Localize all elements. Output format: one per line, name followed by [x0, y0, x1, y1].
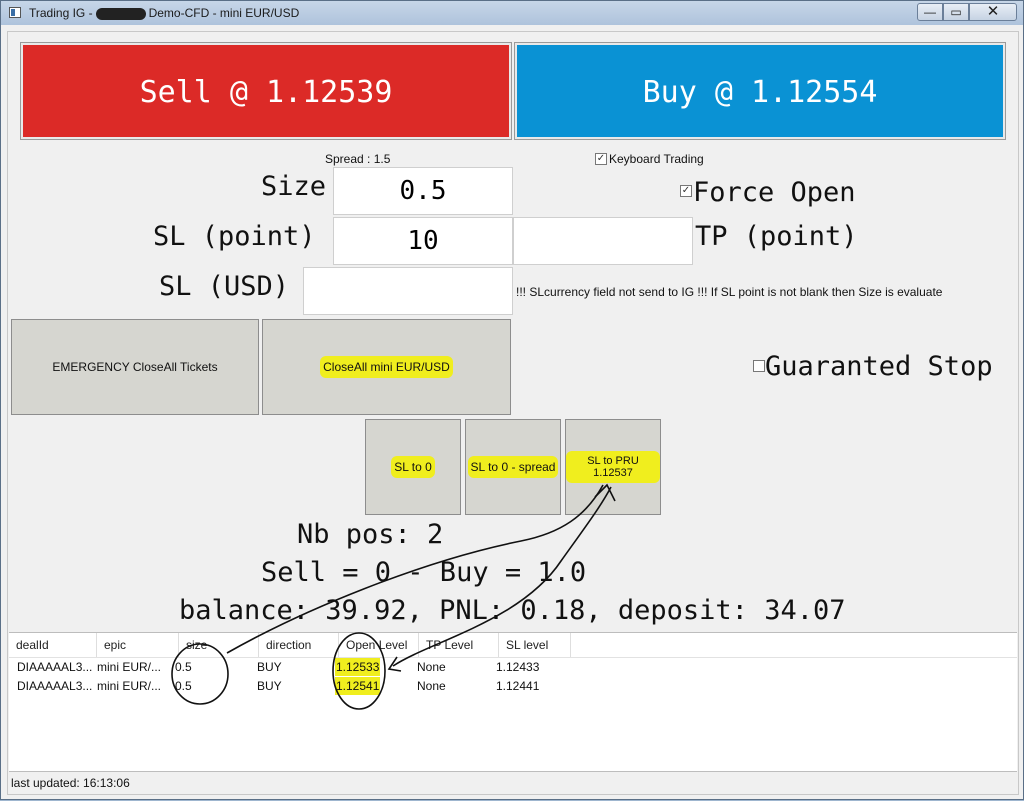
title-bar: Trading IG - Demo-CFD - mini EUR/USD — ▭ … — [1, 1, 1023, 25]
cell-dealid: DIAAAAAL3... — [17, 679, 93, 693]
sell-buy-summary: Sell = 0 - Buy = 1.0 — [261, 557, 587, 588]
cell-sl-level: 1.12441 — [496, 679, 540, 693]
close-button[interactable]: ✕ — [969, 3, 1017, 21]
sl-to-pru-label: SL to PRU 1.12537 — [566, 451, 660, 483]
force-open-checkbox[interactable]: ✓ — [680, 185, 692, 197]
sl-to-zero-label: SL to 0 — [391, 456, 435, 478]
sl-usd-note: !!! SLcurrency field not send to IG !!! … — [516, 285, 943, 299]
title-prefix: Trading IG - — [29, 6, 93, 20]
minimize-icon: — — [924, 5, 936, 19]
sl-to-zero-spread-label: SL to 0 - spread — [467, 456, 559, 478]
app-icon — [9, 7, 21, 18]
window-title: Trading IG - Demo-CFD - mini EUR/USD — [29, 6, 299, 20]
maximize-button[interactable]: ▭ — [943, 3, 969, 21]
sl-usd-input[interactable] — [303, 267, 513, 315]
positions-table: dealId epic size direction Open Level TP… — [9, 632, 1017, 772]
status-bar: last updated: 16:13:06 — [11, 776, 130, 790]
column-header-epic[interactable]: epic — [97, 633, 179, 657]
sl-usd-label: SL (USD) — [159, 271, 290, 302]
close-all-mini-eurusd-label: CloseAll mini EUR/USD — [320, 356, 453, 378]
guaranteed-stop-label: Guaranted Stop — [765, 351, 993, 382]
sl-to-zero-spread-button[interactable]: SL to 0 - spread — [465, 419, 561, 515]
column-header-direction[interactable]: direction — [259, 633, 339, 657]
cell-open-level: 1.12541 — [335, 677, 381, 695]
cell-direction: BUY — [257, 679, 282, 693]
sl-point-input[interactable]: 10 — [333, 217, 513, 265]
maximize-icon: ▭ — [950, 5, 962, 19]
column-header-dealid[interactable]: dealId — [9, 633, 97, 657]
cell-epic: mini EUR/... — [97, 660, 162, 674]
force-open-label: Force Open — [693, 177, 856, 208]
tp-point-label: TP (point) — [695, 221, 858, 252]
cell-dealid: DIAAAAAL3... — [17, 660, 93, 674]
nb-positions: Nb pos: 2 — [297, 519, 444, 550]
app-window: Trading IG - Demo-CFD - mini EUR/USD — ▭ … — [0, 0, 1024, 800]
column-header-open-level[interactable]: Open Level — [339, 633, 419, 657]
column-header-size[interactable]: size — [179, 633, 259, 657]
size-input[interactable]: 0.5 — [333, 167, 513, 215]
guaranteed-stop-checkbox[interactable] — [753, 360, 765, 372]
spread-label: Spread : 1.5 — [325, 152, 391, 166]
sl-to-pru-button[interactable]: SL to PRU 1.12537 — [565, 419, 661, 515]
minimize-button[interactable]: — — [917, 3, 943, 21]
sell-button[interactable]: Sell @ 1.12539 — [20, 42, 512, 140]
keyboard-trading-checkbox[interactable]: ✓ — [595, 153, 607, 165]
column-header-sl-level[interactable]: SL level — [499, 633, 571, 657]
redacted-account — [95, 7, 146, 20]
title-suffix: Demo-CFD - mini EUR/USD — [148, 6, 300, 20]
cell-open-level: 1.12533 — [335, 658, 381, 676]
cell-tp-level: None — [417, 679, 446, 693]
cell-epic: mini EUR/... — [97, 679, 162, 693]
balance-summary: balance: 39.92, PNL: 0.18, deposit: 34.0… — [179, 595, 846, 626]
sl-to-zero-button[interactable]: SL to 0 — [365, 419, 461, 515]
column-header-tp-level[interactable]: TP Level — [419, 633, 499, 657]
buy-button[interactable]: Buy @ 1.12554 — [514, 42, 1006, 140]
tp-point-input[interactable] — [513, 217, 693, 265]
cell-direction: BUY — [257, 660, 282, 674]
cell-size: 0.5 — [175, 679, 192, 693]
cell-tp-level: None — [417, 660, 446, 674]
close-icon: ✕ — [986, 3, 1000, 20]
positions-table-header: dealId epic size direction Open Level TP… — [9, 633, 1017, 658]
cell-size: 0.5 — [175, 660, 192, 674]
sl-point-label: SL (point) — [153, 221, 316, 252]
cell-sl-level: 1.12433 — [496, 660, 540, 674]
keyboard-trading-label: Keyboard Trading — [609, 152, 704, 166]
size-label: Size — [261, 171, 327, 202]
emergency-close-all-button[interactable]: EMERGENCY CloseAll Tickets — [11, 319, 259, 415]
emergency-close-all-label: EMERGENCY CloseAll Tickets — [52, 360, 218, 374]
close-all-mini-eurusd-button[interactable]: CloseAll mini EUR/USD — [262, 319, 511, 415]
